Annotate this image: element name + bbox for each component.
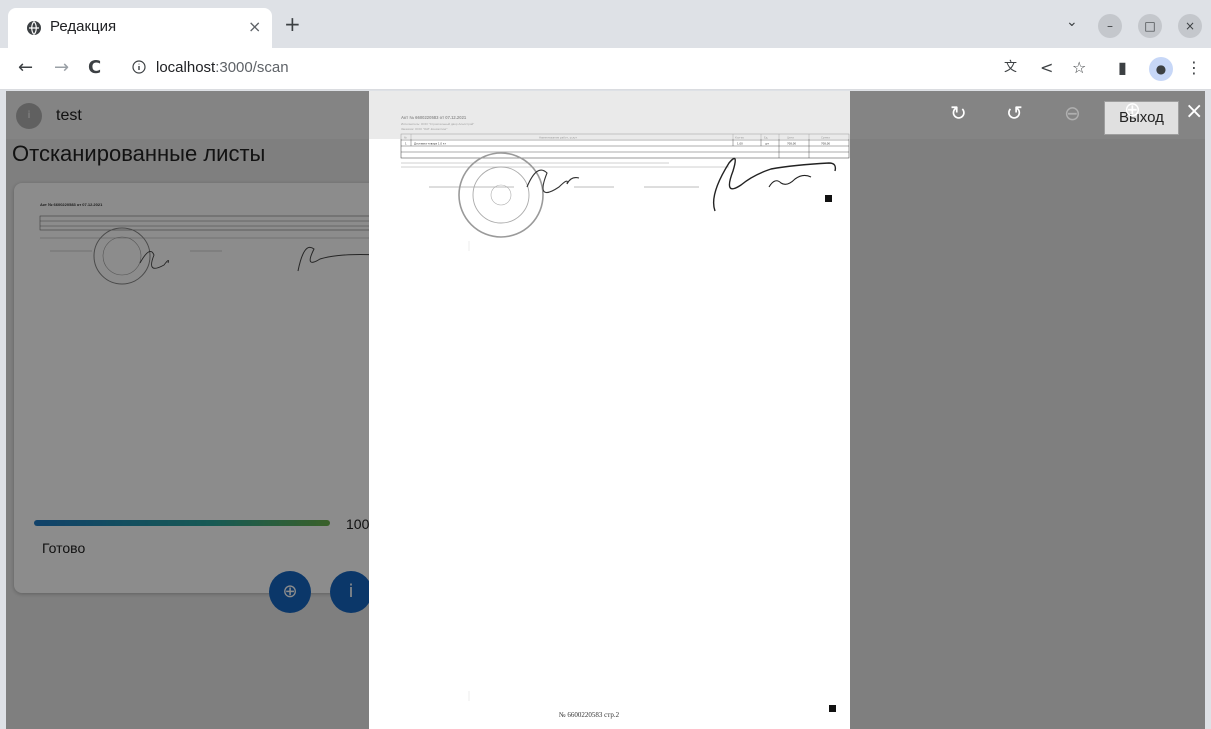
side-panel-icon[interactable]: ▮ [1118, 58, 1127, 78]
tab-search-dropdown-icon[interactable]: ⌄ [1066, 14, 1078, 30]
browser-menu-icon[interactable]: ⋮ [1186, 58, 1202, 78]
rotate-left-icon[interactable]: ↺ [1006, 101, 1023, 125]
window-close-button[interactable]: × [1178, 14, 1202, 38]
doc-footer: № 6600220583 стр.2 [559, 711, 620, 719]
browser-tab[interactable]: Редакция × [8, 8, 272, 48]
url-host: localhost [156, 59, 216, 76]
url-path: :3000/scan [215, 59, 289, 76]
tab-title: Редакция [50, 18, 117, 35]
document-preview: Акт № 6600220583 от 07.12.2021 Исполните… [369, 91, 850, 729]
minimize-button[interactable]: – [1098, 14, 1122, 38]
rotate-right-icon[interactable]: ↻ [950, 101, 967, 125]
doc-cell-name: Доставка товара 1.0 кт [414, 142, 446, 146]
corner-marker-top [825, 195, 832, 202]
forward-button[interactable]: → [54, 58, 69, 78]
zoom-in-icon[interactable]: ⊕ [1124, 97, 1141, 121]
bookmark-star-icon[interactable]: ☆ [1072, 58, 1086, 78]
zoom-out-icon[interactable]: ⊖ [1064, 101, 1081, 125]
profile-icon[interactable]: ● [1149, 57, 1173, 81]
maximize-button[interactable]: □ [1138, 14, 1162, 38]
globe-icon [27, 21, 41, 35]
share-icon[interactable]: < [1040, 58, 1053, 78]
back-button[interactable]: ← [18, 58, 33, 78]
doc-cell-sum: 708,00 [821, 142, 830, 146]
doc-cell-unit: шт [765, 143, 769, 146]
corner-marker-bottom [829, 705, 836, 712]
reload-button[interactable]: C [88, 58, 101, 78]
document-image: Акт № 6600220583 от 07.12.2021 Исполните… [369, 91, 850, 729]
translate-icon[interactable]: 文 [1004, 58, 1017, 78]
new-tab-button[interactable]: + [284, 14, 301, 34]
browser-toolbar: ← → C localhost:3000/scan 文 < ☆ ▮ ● ⋮ [0, 48, 1211, 90]
doc-cell-price: 708,00 [787, 142, 796, 146]
tab-close-icon[interactable]: × [248, 17, 261, 36]
address-bar[interactable]: localhost:3000/scan [156, 59, 289, 76]
exit-button[interactable]: Выход [1104, 101, 1179, 135]
info-icon[interactable] [132, 60, 146, 74]
viewer-close-icon[interactable]: × [1185, 99, 1203, 124]
document-top-shade [369, 91, 850, 139]
app-viewport: i test Отсканированные листы Акт № 66002… [6, 91, 1205, 729]
doc-cell-qty: 1,00 [737, 142, 743, 146]
browser-tabbar: Редакция × + ⌄ – □ × [0, 0, 1211, 48]
